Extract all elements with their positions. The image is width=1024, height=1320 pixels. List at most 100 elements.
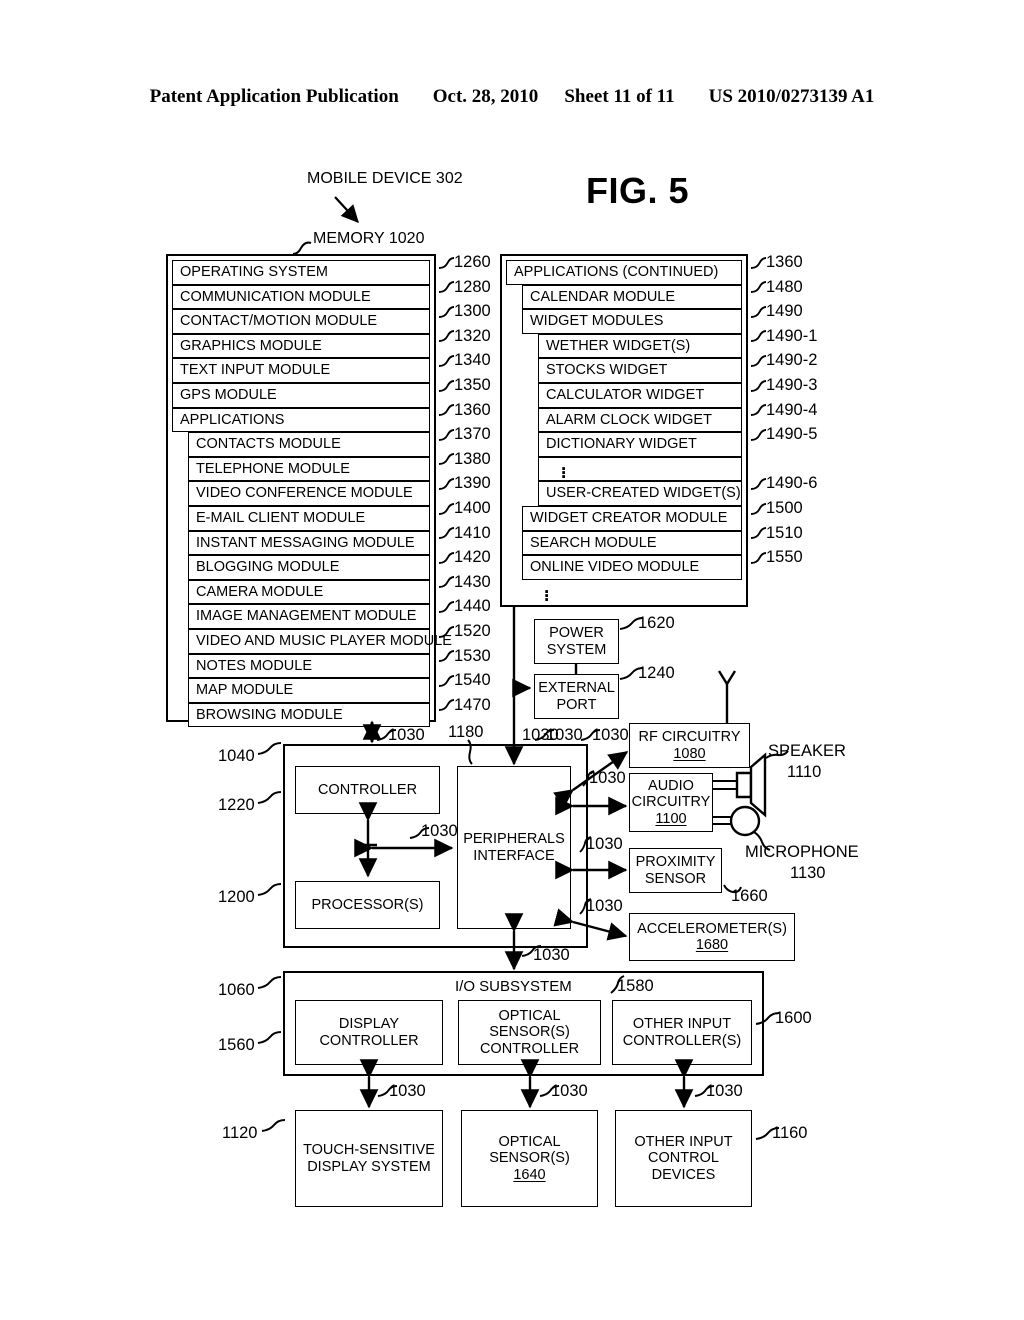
ref-1600: 1600: [775, 1009, 812, 1027]
display-controller-line2: CONTROLLER: [319, 1032, 419, 1049]
other-input-devices-line1: OTHER INPUT: [634, 1134, 733, 1151]
reference-numeral-text: 1490-2: [766, 351, 818, 370]
touch-display-line2: DISPLAY SYSTEM: [307, 1158, 431, 1175]
memory-row: VIDEO AND MUSIC PLAYER MODULE: [188, 629, 452, 654]
leader-curl-icon: [438, 329, 455, 343]
applications-continued-header: APPLICATIONS (CONTINUED): [506, 260, 742, 285]
leader-curl-icon: [750, 502, 767, 516]
sheet-number: Sheet 11 of 11: [564, 86, 675, 107]
peripherals-interface-line2: INTERFACE: [473, 847, 555, 864]
memory-row-label: CAMERA MODULE: [196, 583, 324, 600]
memory-row-label: OPERATING SYSTEM: [180, 264, 328, 281]
memory-row-label: CONTACTS MODULE: [196, 436, 341, 453]
audio-circuitry-line1: AUDIO: [648, 778, 694, 795]
memory-row: BLOGGING MODULE: [188, 555, 430, 580]
reference-numeral: 1490-3: [750, 376, 817, 395]
memory-row: BROWSING MODULE: [188, 702, 430, 728]
memory-row-label: BLOGGING MODULE: [196, 559, 340, 576]
leader-curl-icon: [750, 551, 767, 565]
reference-numeral-text: 1350: [454, 376, 491, 394]
vertical-ellipsis-icon: ...: [544, 577, 550, 607]
reference-numeral-text: 1490: [766, 302, 803, 321]
other-input-devices-line3: DEVICES: [651, 1166, 716, 1183]
leader-curl-icon: [438, 674, 455, 688]
applications-continued-header-label: APPLICATIONS (CONTINUED): [514, 264, 719, 281]
bus-label-1030-i: 1030: [522, 726, 559, 744]
patent-header: Patent Application Publication Oct. 28, 2…: [0, 86, 1024, 108]
leader-curl-icon: [750, 526, 767, 540]
ref-1240: 1240: [638, 664, 675, 682]
reference-numeral: 1280: [438, 278, 491, 297]
ref-1120: 1120: [222, 1124, 258, 1142]
memory-row: IMAGE MANAGEMENT MODULE: [188, 604, 430, 629]
leader-curl-icon: [438, 575, 455, 589]
ref-1560: 1560: [218, 1036, 255, 1054]
applications-row-label: CALENDAR MODULE: [530, 288, 676, 305]
reference-numeral: 1550: [750, 548, 803, 567]
reference-numeral-text: 1420: [454, 548, 491, 567]
reference-numeral-text: 1550: [766, 548, 803, 567]
applications-row-label: ALARM CLOCK WIDGET: [546, 411, 712, 428]
memory-row: APPLICATIONS: [172, 407, 430, 433]
memory-row-label: TEXT INPUT MODULE: [180, 362, 331, 379]
reference-numeral: 1350: [438, 376, 491, 395]
peripherals-interface-block: PERIPHERALS INTERFACE: [457, 766, 571, 929]
ref-1200: 1200: [218, 888, 255, 906]
memory-row-label: CONTACT/MOTION MODULE: [180, 313, 378, 330]
other-input-devices-line2: CONTROL: [648, 1150, 719, 1167]
optical-sensor-controller-line1: OPTICAL: [498, 1008, 561, 1025]
memory-row: TEXT INPUT MODULE: [172, 358, 430, 383]
reference-numeral-text: 1380: [454, 449, 491, 468]
reference-numeral-text: 1400: [454, 499, 491, 517]
memory-row-label: APPLICATIONS: [180, 411, 285, 428]
reference-numeral-text: 1360: [454, 400, 491, 419]
controller-block: CONTROLLER: [295, 766, 440, 814]
applications-row: ALARM CLOCK WIDGET: [538, 407, 742, 433]
memory-row-label: BROWSING MODULE: [196, 706, 343, 723]
optical-sensors-block: OPTICAL SENSOR(S) 1640: [461, 1110, 598, 1207]
applications-row: WIDGET MODULES: [522, 309, 742, 334]
bus-label-1030-j: 1030: [389, 1082, 426, 1100]
reference-numeral: 1490-2: [750, 351, 817, 370]
ref-1580: 1580: [617, 977, 654, 995]
figure-label: FIG. 5: [586, 170, 690, 211]
proximity-sensor-line2: SENSOR: [644, 870, 707, 887]
bus-label-1030-c: 1030: [592, 726, 629, 744]
reference-numeral: 1540: [438, 671, 491, 690]
patent-number: US 2010/0273139 A1: [708, 86, 875, 107]
io-subsystem-label: I/O SUBSYSTEM: [455, 978, 572, 995]
reference-numeral-text: 1520: [454, 622, 491, 640]
reference-numeral: 1300: [438, 302, 491, 321]
leader-curl-icon: [750, 428, 767, 442]
leader-curl-icon: [750, 329, 767, 343]
leader-curl-icon: [750, 305, 767, 319]
reference-numeral-text: 1490-5: [766, 425, 818, 444]
leader-curl-icon: [750, 256, 767, 270]
speaker-label: SPEAKER: [768, 742, 846, 760]
applications-row: USER-CREATED WIDGET(S): [538, 481, 742, 506]
applications-row-label: SEARCH MODULE: [530, 534, 657, 551]
reference-numeral: 1490-1: [750, 327, 817, 346]
reference-numeral: 1370: [438, 425, 491, 444]
ref-1180: 1180: [448, 723, 484, 741]
external-port-line2: PORT: [556, 696, 597, 713]
memory-row: CONTACT/MOTION MODULE: [172, 309, 430, 334]
leader-curl-icon: [750, 379, 767, 393]
ref-1040: 1040: [218, 747, 255, 765]
reference-numeral: 1470: [438, 696, 491, 715]
memory-row-label: NOTES MODULE: [196, 657, 313, 674]
applications-row-label: ONLINE VIDEO MODULE: [530, 559, 700, 576]
power-system-line2: SYSTEM: [546, 641, 607, 658]
leader-curl-icon: [438, 551, 455, 565]
leader-curl-icon: [750, 280, 767, 294]
proximity-sensor-block: PROXIMITY SENSOR: [629, 848, 722, 893]
reference-numeral: 1490-5: [750, 425, 817, 444]
reference-numeral-text: 1300: [454, 302, 491, 321]
external-port-block: EXTERNAL PORT: [534, 674, 619, 719]
bus-label-1030-f: 1030: [586, 897, 623, 915]
reference-numeral-text: 1470: [454, 695, 491, 714]
accelerometers-label: ACCELEROMETER(S): [637, 920, 787, 937]
applications-row: SEARCH MODULE: [522, 530, 742, 556]
reference-numeral-text: 1480: [766, 277, 803, 296]
audio-circuitry-line2: CIRCUITRY: [631, 794, 711, 811]
